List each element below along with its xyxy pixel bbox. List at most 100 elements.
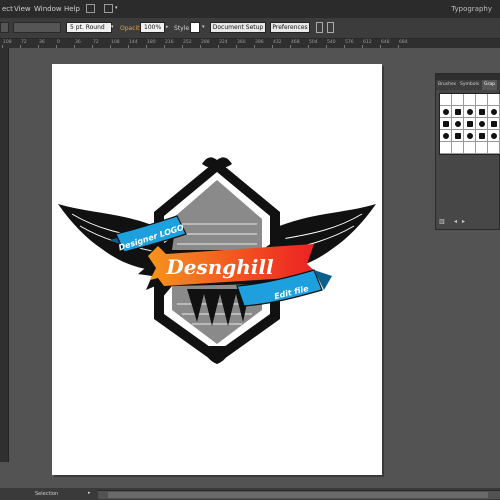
ruler-tick bbox=[74, 45, 75, 48]
graphic-style-swatch[interactable] bbox=[476, 94, 488, 106]
menu-window[interactable]: Window bbox=[34, 5, 62, 13]
graphic-style-swatch[interactable] bbox=[488, 130, 500, 142]
arrange-icon[interactable] bbox=[316, 22, 323, 33]
ruler-tick bbox=[200, 45, 201, 48]
graphic-style-swatch[interactable] bbox=[440, 94, 452, 106]
tab-brushes[interactable]: Brushes bbox=[436, 80, 458, 90]
artboard[interactable]: Desnghill Designer LOGO Edit file bbox=[52, 64, 382, 475]
graphic-style-swatch[interactable] bbox=[452, 118, 464, 130]
ruler-tick-label: 360 bbox=[237, 40, 246, 45]
chevron-down-icon[interactable]: ▸ bbox=[166, 24, 169, 35]
swatch-preview-icon bbox=[455, 121, 461, 127]
ruler-tick bbox=[20, 45, 21, 48]
graphic-style-swatch[interactable] bbox=[452, 130, 464, 142]
ruler-tick bbox=[344, 45, 345, 48]
horizontal-scrollbar[interactable] bbox=[98, 490, 500, 499]
brush-definition-dropdown[interactable]: 5 pt. Round bbox=[66, 22, 112, 33]
next-icon[interactable]: ▸ bbox=[462, 218, 465, 225]
graphic-style-swatch[interactable] bbox=[440, 106, 452, 118]
swatch-preview-icon bbox=[455, 133, 461, 139]
workspace-switcher[interactable]: Typography bbox=[451, 5, 492, 13]
menu-edit[interactable]: ect bbox=[2, 5, 13, 13]
ruler-tick-label: 324 bbox=[219, 40, 228, 45]
graphic-style-swatch[interactable] bbox=[476, 130, 488, 142]
opacity-field[interactable]: 100% bbox=[140, 22, 165, 33]
chevron-down-icon[interactable]: ▾ bbox=[115, 5, 118, 11]
graphic-style-swatch[interactable] bbox=[464, 118, 476, 130]
graphic-style-swatch[interactable] bbox=[452, 106, 464, 118]
swatch-preview-icon bbox=[455, 109, 461, 115]
ruler-tick bbox=[308, 45, 309, 48]
menu-help[interactable]: Help bbox=[64, 5, 80, 13]
graphic-style-swatch[interactable] bbox=[488, 118, 500, 130]
chevron-down-icon[interactable]: ▾ bbox=[202, 24, 205, 35]
ruler-tick bbox=[254, 45, 255, 48]
ruler-tick bbox=[164, 45, 165, 48]
graphic-style-swatch[interactable] bbox=[488, 94, 500, 106]
vertical-ruler[interactable] bbox=[0, 48, 9, 462]
bridge-icon[interactable] bbox=[86, 4, 95, 13]
ruler-tick bbox=[218, 45, 219, 48]
swatch-preview-icon bbox=[491, 121, 497, 127]
graphic-styles-grid bbox=[439, 93, 500, 155]
preferences-button[interactable]: Preferences bbox=[270, 22, 310, 33]
ruler-tick bbox=[398, 45, 399, 48]
graphic-style-swatch[interactable] bbox=[464, 142, 476, 154]
menu-icon[interactable] bbox=[327, 22, 334, 33]
graphic-style-swatch[interactable] bbox=[464, 94, 476, 106]
ruler-tick-label: 0 bbox=[57, 40, 60, 45]
scroll-thumb[interactable] bbox=[108, 492, 488, 498]
ruler-tick bbox=[290, 45, 291, 48]
ruler-tick-label: 108 bbox=[111, 40, 120, 45]
graphic-style-swatch[interactable] bbox=[488, 142, 500, 154]
graphic-style-swatch[interactable] bbox=[476, 106, 488, 118]
document-setup-button[interactable]: Document Setup bbox=[210, 22, 266, 33]
menu-view[interactable]: View bbox=[14, 5, 31, 13]
ruler-tick-label: 108 bbox=[3, 40, 12, 45]
swatch-preview-icon bbox=[443, 109, 449, 115]
graphic-style-swatch[interactable] bbox=[440, 142, 452, 154]
chevron-down-icon[interactable]: ▾ bbox=[111, 24, 114, 35]
color-swatch[interactable] bbox=[0, 22, 9, 33]
ruler-tick bbox=[146, 45, 147, 48]
graphic-style-swatch[interactable] bbox=[452, 94, 464, 106]
ruler-tick bbox=[272, 45, 273, 48]
tab-graphic-styles[interactable]: Grap bbox=[482, 80, 497, 90]
graphic-style-swatch[interactable] bbox=[488, 106, 500, 118]
ruler-tick-label: 180 bbox=[147, 40, 156, 45]
ruler-tick-label: 468 bbox=[291, 40, 300, 45]
ruler-tick bbox=[362, 45, 363, 48]
graphic-style-swatch[interactable] bbox=[476, 118, 488, 130]
tab-symbols[interactable]: Symbols bbox=[458, 80, 481, 90]
ruler-tick-label: 144 bbox=[129, 40, 138, 45]
swatch-preview-icon bbox=[491, 109, 497, 115]
graphic-style-swatch[interactable] bbox=[440, 130, 452, 142]
library-menu-icon[interactable]: ▥ bbox=[439, 218, 445, 225]
status-menu-arrow-icon[interactable]: ▸ bbox=[88, 490, 91, 496]
menu-bar: ect View Window Help ▾ Typography bbox=[0, 0, 500, 18]
graphic-style-swatch[interactable] bbox=[452, 142, 464, 154]
graphic-style-swatch[interactable] bbox=[476, 142, 488, 154]
logo-artwork[interactable]: Desnghill Designer LOGO Edit file bbox=[52, 64, 382, 475]
ruler-tick-label: 648 bbox=[381, 40, 390, 45]
graphic-style-swatch[interactable] bbox=[464, 130, 476, 142]
panel-footer: ▥ ◂ ▸ bbox=[436, 215, 500, 229]
stroke-weight-field[interactable] bbox=[13, 22, 61, 33]
ruler-tick-label: 684 bbox=[399, 40, 408, 45]
logo-main-text: Desnghill bbox=[165, 255, 274, 279]
ruler-tick bbox=[326, 45, 327, 48]
swatch-preview-icon bbox=[443, 133, 449, 139]
previous-icon[interactable]: ◂ bbox=[454, 218, 457, 225]
control-bar: 5 pt. Round ▾ Opacity: 100% ▸ Style: ▾ D… bbox=[0, 18, 500, 39]
graphic-style-swatch[interactable] bbox=[464, 106, 476, 118]
swatch-preview-icon bbox=[479, 109, 485, 115]
style-swatch[interactable] bbox=[190, 22, 200, 33]
ruler-tick bbox=[56, 45, 57, 48]
arrange-documents-icon[interactable] bbox=[104, 4, 113, 13]
ruler-tick bbox=[236, 45, 237, 48]
top-ornament-shape bbox=[202, 157, 232, 169]
ruler-tick-label: 252 bbox=[183, 40, 192, 45]
style-label: Style: bbox=[174, 25, 192, 32]
graphic-style-swatch[interactable] bbox=[440, 118, 452, 130]
horizontal-ruler[interactable]: 108 72 36 0 36 72 108 144 180 216 252 288 324 360 396 4… bbox=[0, 39, 500, 48]
